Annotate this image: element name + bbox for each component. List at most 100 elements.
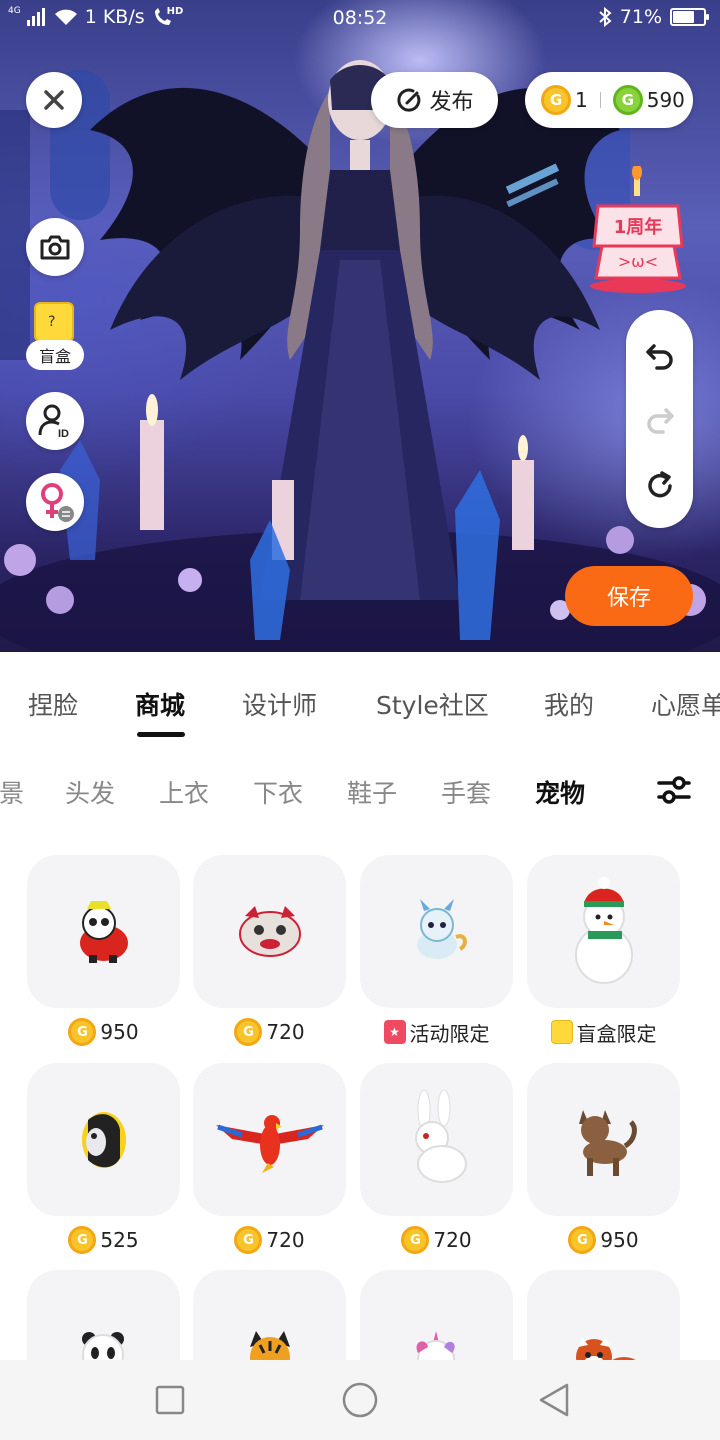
gold-coin-icon: G	[401, 1226, 430, 1254]
item-card[interactable]	[527, 1270, 680, 1360]
character-scene: 4G 1 KB/s HD 08:52 71% 发布 G 1 G 590 ? 盲盒…	[0, 0, 720, 652]
close-icon	[44, 90, 64, 110]
category-top[interactable]: 上衣	[159, 774, 209, 810]
item-price-value: 盲盒限定	[576, 1021, 657, 1046]
item-price: ★ 活动限定	[360, 1010, 513, 1054]
close-button[interactable]	[26, 72, 82, 128]
triangle-back-icon	[539, 1383, 569, 1417]
green-coin-icon: G	[612, 85, 643, 115]
filter-button[interactable]	[650, 766, 698, 814]
item-image	[527, 855, 680, 1008]
tab-mine[interactable]: 我的	[544, 686, 594, 722]
main-tab-bar: 捏脸 商城 设计师 Style社区 我的 心愿单	[0, 652, 720, 748]
square-icon	[155, 1385, 185, 1415]
item-image	[360, 855, 513, 1008]
avatar-id-button[interactable]: ID	[26, 392, 84, 450]
category-gloves[interactable]: 手套	[441, 774, 491, 810]
anniversary-label: 1周年	[614, 216, 663, 238]
lion-dance-cat-icon	[238, 905, 301, 957]
item-card[interactable]: G 525	[27, 1063, 180, 1262]
tab-style-community[interactable]: Style社区	[376, 686, 489, 722]
recent-apps-button[interactable]	[148, 1378, 192, 1422]
currency-divider	[599, 92, 601, 108]
item-image	[27, 1270, 180, 1360]
gold-coin-icon: G	[541, 85, 571, 115]
refresh-icon	[647, 471, 672, 498]
item-price: 盲盒限定	[527, 1010, 680, 1054]
female-gender-icon	[41, 483, 74, 522]
tab-shop[interactable]: 商城	[135, 686, 185, 722]
cat-pet-icon	[578, 1109, 637, 1176]
event-tag-icon: ★	[383, 1020, 406, 1044]
blindbox-button[interactable]: ? 盲盒	[26, 302, 84, 370]
redo-button[interactable]	[626, 390, 693, 450]
category-background[interactable]: 背景	[0, 774, 24, 810]
gold-coin-icon: G	[68, 1018, 97, 1046]
back-button[interactable]	[532, 1378, 576, 1422]
item-price-value: 720	[266, 1228, 305, 1252]
category-bottom[interactable]: 下衣	[253, 774, 303, 810]
item-card[interactable]	[360, 1270, 513, 1360]
gold-coin-icon: G	[568, 1226, 597, 1254]
undo-button[interactable]	[626, 326, 693, 386]
parrot-pet-icon	[215, 1114, 324, 1173]
tab-face[interactable]: 捏脸	[28, 686, 78, 722]
item-card[interactable]	[27, 1270, 180, 1360]
red-panda-pet-icon	[575, 1336, 636, 1360]
reset-button[interactable]	[626, 456, 693, 516]
gender-switch-button[interactable]	[26, 473, 84, 531]
rabbit-pet-icon	[414, 1089, 467, 1183]
clownfish-pet-icon	[81, 1111, 126, 1168]
currency-balance[interactable]: G 1 G 590	[525, 72, 693, 128]
tab-wishlist[interactable]: 心愿单	[651, 686, 720, 722]
blindbox-icon: ?	[34, 302, 74, 342]
item-price-value: 950	[100, 1020, 139, 1044]
publish-icon	[397, 88, 421, 112]
gold-coin-icon: G	[234, 1018, 263, 1046]
item-card[interactable]: G 720	[360, 1063, 513, 1262]
tab-designer[interactable]: 设计师	[242, 686, 317, 722]
item-image	[527, 1270, 680, 1360]
filter-sliders-icon	[657, 776, 691, 804]
category-shoes[interactable]: 鞋子	[347, 774, 397, 810]
item-image	[527, 1063, 680, 1216]
item-price: G 720	[360, 1218, 513, 1262]
item-price: G 720	[193, 1010, 346, 1054]
svg-text:ID: ID	[58, 428, 69, 439]
camera-icon	[40, 235, 70, 260]
item-card[interactable]: 盲盒限定	[527, 855, 680, 1054]
green-coin-count: 590	[646, 88, 685, 112]
tiger-pet-icon	[249, 1330, 290, 1360]
item-price: G 720	[193, 1218, 346, 1262]
item-price: G 950	[527, 1218, 680, 1262]
battery-percentage: 71%	[619, 6, 662, 28]
system-navigation-bar	[0, 1360, 720, 1440]
item-price-value: 活动限定	[409, 1021, 490, 1046]
item-card[interactable]: G 720	[193, 855, 346, 1054]
item-image	[360, 1063, 513, 1216]
publish-button[interactable]: 发布	[371, 72, 498, 128]
home-button[interactable]	[338, 1378, 382, 1422]
bluetooth-icon	[599, 7, 612, 27]
snowman-pet-icon	[574, 876, 633, 984]
item-price-value: 525	[100, 1228, 139, 1252]
save-button[interactable]: 保存	[565, 566, 693, 626]
item-image	[27, 1063, 180, 1216]
anniversary-badge[interactable]: 1周年 >ω<	[584, 164, 692, 294]
qilin-pet-icon	[416, 898, 467, 959]
item-image	[193, 1270, 346, 1360]
item-card[interactable]: ★ 活动限定	[360, 855, 513, 1054]
item-price: G 950	[27, 1010, 180, 1054]
active-tab-indicator	[137, 732, 185, 737]
battery-level	[673, 11, 694, 23]
battery-icon	[670, 8, 709, 26]
item-card[interactable]: G 950	[527, 1063, 680, 1262]
item-price-value: 950	[600, 1228, 639, 1252]
panda-pet-icon	[81, 1331, 124, 1360]
item-card[interactable]: G 950	[27, 855, 180, 1054]
camera-button[interactable]	[26, 218, 84, 276]
item-card[interactable]: G 720	[193, 1063, 346, 1262]
category-hair[interactable]: 头发	[65, 774, 115, 810]
item-card[interactable]	[193, 1270, 346, 1360]
category-pets[interactable]: 宠物	[535, 774, 585, 810]
